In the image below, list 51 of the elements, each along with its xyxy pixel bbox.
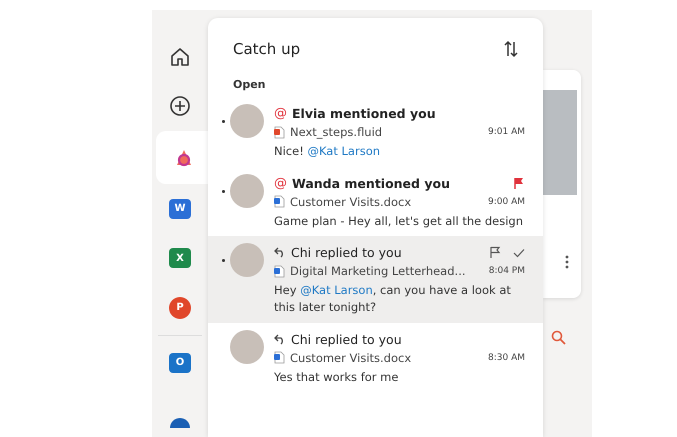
message-preview: Game plan - Hey all, let's get all the design [274, 212, 524, 230]
timestamp: 9:00 AM [488, 196, 525, 207]
activity-item[interactable]: @ Wanda mentioned you Customer Visits.docx 9:00 AM Game plan - Hey all, let's get all the design [208, 166, 543, 236]
app-icon: P [169, 296, 191, 319]
file-icon [274, 195, 285, 208]
message-preview: Nice! @Kat Larson [274, 143, 382, 160]
timestamp: 8:04 PM [488, 266, 525, 276]
app-icon [170, 418, 190, 428]
avatar [230, 330, 264, 364]
app-icon: O [169, 352, 191, 373]
activity-item[interactable]: Chi replied to you Digital Marketing Letterhead... 8:04 PM Hey @Kat Larson, can you have a look at this later tonight? [208, 236, 543, 323]
avatar [230, 104, 264, 138]
message-preview: Yes that works for me [274, 368, 400, 386]
more-icon[interactable] [565, 255, 569, 269]
file-name: Customer Visits.docx [290, 194, 412, 209]
file-icon [274, 126, 285, 138]
reply-icon [274, 334, 286, 345]
file-name: Digital Marketing Letterhead... [290, 264, 466, 278]
at-sign: @ [274, 106, 287, 121]
activity-item[interactable]: Chi replied to you Customer Visits.docx 8:30 AM Yes that works for me [208, 322, 543, 392]
timestamp: 9:01 AM [488, 127, 525, 137]
section-label: Open [232, 77, 267, 93]
message-preview: Hey @Kat Larson, can you have a look at this later tonight? [274, 282, 512, 316]
sort-icon[interactable] [503, 40, 519, 58]
file-icon [274, 351, 285, 364]
app-rail-item[interactable]: X [152, 233, 208, 284]
panel-title: Catch up [233, 40, 300, 58]
search-icon[interactable] [551, 330, 566, 345]
plus-circle-icon [169, 95, 191, 118]
app-icon: W [169, 198, 191, 219]
file-icon [274, 264, 285, 278]
item-title: Wanda mentioned you [292, 176, 450, 191]
check-icon[interactable] [513, 248, 525, 258]
item-title: Chi replied to you [291, 332, 402, 347]
item-title: Elvia mentioned you [292, 106, 436, 121]
app-rail-item[interactable]: W [152, 184, 208, 234]
app-icon: X [169, 248, 191, 268]
file-name: Customer Visits.docx [290, 350, 412, 365]
file-name: Next_steps.fluid [290, 125, 382, 139]
reply-icon [274, 247, 286, 258]
flag-icon[interactable] [513, 176, 525, 190]
timestamp: 8:30 AM [488, 352, 525, 363]
flag-icon[interactable] [489, 246, 501, 260]
avatar [230, 174, 264, 208]
avatar [230, 243, 264, 278]
at-sign: @ [274, 176, 287, 191]
item-title: Chi replied to you [291, 245, 402, 260]
app-rail-item[interactable]: P [152, 283, 208, 333]
activity-item[interactable]: @ Elvia mentioned you Next_steps.fluid 9:01 AM Nice! @Kat Larson [208, 97, 543, 167]
app-rail-item[interactable]: O [152, 338, 208, 388]
home-icon [169, 46, 191, 68]
